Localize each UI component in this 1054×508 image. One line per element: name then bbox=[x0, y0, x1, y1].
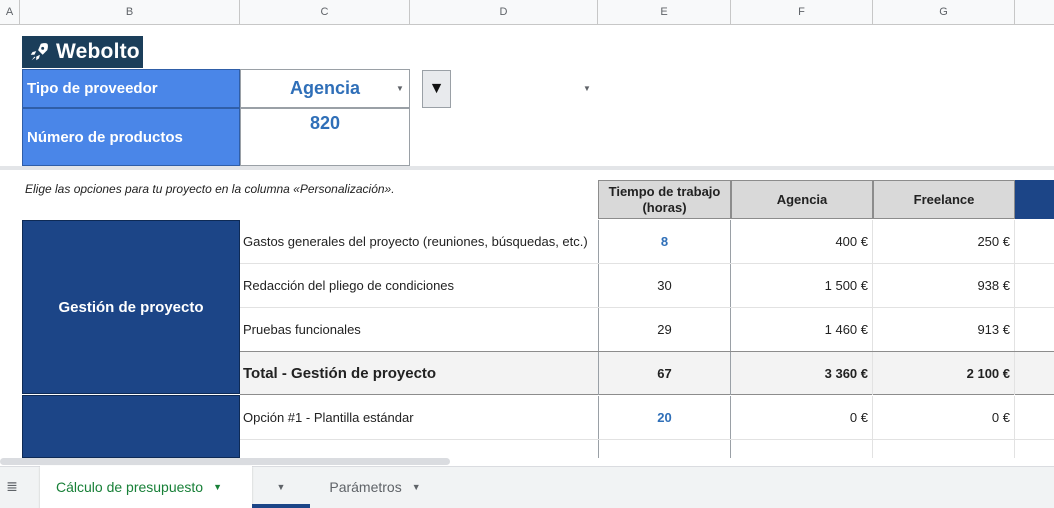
chevron-down-icon[interactable]: ▼ bbox=[213, 482, 222, 492]
row-agency-cost bbox=[731, 440, 873, 458]
sheet-tab-budget[interactable]: Cálculo de presupuesto ▼ bbox=[40, 466, 252, 508]
row-hours: 29 bbox=[598, 308, 731, 351]
row-agency-cost: 400 € bbox=[731, 220, 873, 263]
chevron-down-icon[interactable]: ▼ bbox=[277, 482, 286, 492]
chevron-down-icon[interactable]: ▼ bbox=[396, 84, 404, 93]
products-count-label: Número de productos bbox=[22, 108, 240, 166]
column-header-h[interactable] bbox=[1015, 0, 1054, 25]
provider-type-value: Agencia bbox=[289, 78, 361, 98]
sheet-tab-color-bar bbox=[252, 504, 310, 508]
section-project-management: Gestión de proyecto bbox=[22, 220, 240, 394]
column-header-c[interactable]: C bbox=[240, 0, 410, 25]
table-row-partial[interactable] bbox=[240, 440, 1054, 458]
row-hours[interactable]: 20 bbox=[598, 396, 731, 439]
table-row[interactable]: Redacción del pliego de condiciones 30 1… bbox=[240, 264, 1054, 308]
chevron-down-icon[interactable]: ▼ bbox=[412, 482, 421, 492]
header-freelance: Freelance bbox=[873, 180, 1015, 219]
dropdown-button[interactable]: ▼ bbox=[422, 70, 451, 108]
horizontal-scrollbar[interactable] bbox=[0, 458, 450, 465]
column-header-e[interactable]: E bbox=[598, 0, 731, 25]
total-hours: 67 bbox=[598, 352, 731, 395]
row-freelance-cost: 913 € bbox=[873, 308, 1015, 351]
row-agency-cost: 1 460 € bbox=[731, 308, 873, 351]
logo-text: Webolto bbox=[56, 40, 140, 63]
row-freelance-cost: 938 € bbox=[873, 264, 1015, 307]
row-description: Pruebas funcionales bbox=[243, 322, 361, 337]
row-freelance-cost: 0 € bbox=[873, 396, 1015, 439]
table-row[interactable]: Gastos generales del proyecto (reuniones… bbox=[240, 220, 1054, 264]
sheet-tab-budget-label: Cálculo de presupuesto bbox=[56, 479, 204, 495]
row-hours: 30 bbox=[598, 264, 731, 307]
table-row-total[interactable]: Total - Gestión de proyecto 67 3 360 € 2… bbox=[240, 351, 1054, 395]
table-row[interactable]: Opción #1 - Plantilla estándar 20 0 € 0 … bbox=[240, 396, 1054, 440]
products-count-value[interactable]: 820 bbox=[240, 108, 410, 166]
header-agency: Agencia bbox=[731, 180, 873, 219]
frozen-row-divider[interactable] bbox=[0, 166, 1054, 170]
provider-type-label: Tipo de proveedor bbox=[22, 69, 240, 108]
webolto-logo: Webolto bbox=[22, 36, 143, 68]
row-description: Gastos generales del proyecto (reuniones… bbox=[243, 234, 588, 249]
column-header-d[interactable]: D bbox=[410, 0, 598, 25]
row-freelance-cost: 250 € bbox=[873, 220, 1015, 263]
dropdown-triangle-icon: ▼ bbox=[428, 80, 445, 97]
column-header-f[interactable]: F bbox=[731, 0, 873, 25]
all-sheets-menu-icon[interactable]: ≣ bbox=[4, 478, 20, 496]
column-header-g[interactable]: G bbox=[873, 0, 1015, 25]
total-description: Total - Gestión de proyecto bbox=[243, 365, 437, 382]
sheet-tab-parameters[interactable]: Parámetros ▼ bbox=[312, 466, 438, 508]
provider-type-select[interactable]: Agencia bbox=[240, 69, 410, 108]
header-hours: Tiempo de trabajo (horas) bbox=[598, 180, 731, 219]
row-freelance-cost bbox=[873, 440, 1015, 458]
column-header-bar: A B C D E F G bbox=[0, 0, 1054, 25]
total-agency-cost: 3 360 € bbox=[731, 352, 873, 395]
instruction-note: Elige las opciones para tu proyecto en l… bbox=[25, 182, 395, 196]
header-next-column bbox=[1015, 180, 1054, 219]
chevron-down-icon-secondary[interactable]: ▼ bbox=[583, 84, 591, 93]
row-agency-cost: 1 500 € bbox=[731, 264, 873, 307]
rocket-icon bbox=[30, 43, 48, 61]
row-description: Redacción del pliego de condiciones bbox=[243, 278, 455, 293]
row-hours bbox=[598, 440, 731, 458]
row-hours[interactable]: 8 bbox=[598, 220, 731, 263]
row-description: Opción #1 - Plantilla estándar bbox=[243, 410, 414, 425]
column-header-b[interactable]: B bbox=[20, 0, 240, 25]
sheet-tab-hidden[interactable]: ▼ bbox=[252, 466, 310, 508]
sheet-tab-parameters-label: Parámetros bbox=[329, 479, 402, 495]
section-template bbox=[22, 395, 240, 458]
row-agency-cost: 0 € bbox=[731, 396, 873, 439]
table-row[interactable]: Pruebas funcionales 29 1 460 € 913 € bbox=[240, 308, 1054, 352]
column-header-a[interactable]: A bbox=[0, 0, 20, 25]
total-freelance-cost: 2 100 € bbox=[873, 352, 1015, 395]
